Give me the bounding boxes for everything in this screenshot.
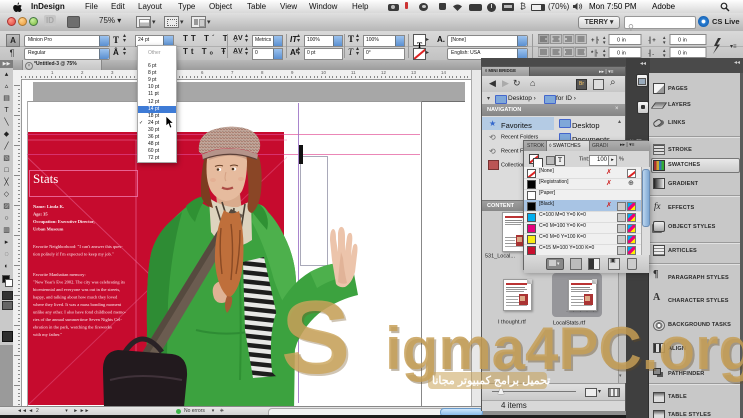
svg-text:0 in: 0 in: [678, 51, 687, 57]
svg-text:╢.: ╢.: [647, 49, 654, 57]
svg-text:*╠: *╠: [591, 49, 598, 57]
svg-text:0 in: 0 in: [678, 38, 687, 44]
svg-text:▼: ▼: [662, 40, 666, 45]
svg-text:+╠: +╠: [591, 36, 600, 44]
svg-text:▾≡: ▾≡: [730, 44, 737, 50]
svg-text:0 in: 0 in: [617, 51, 626, 57]
svg-text:0 in: 0 in: [617, 38, 626, 44]
svg-text:▼: ▼: [602, 40, 606, 45]
svg-text:╢+: ╢+: [647, 36, 656, 44]
